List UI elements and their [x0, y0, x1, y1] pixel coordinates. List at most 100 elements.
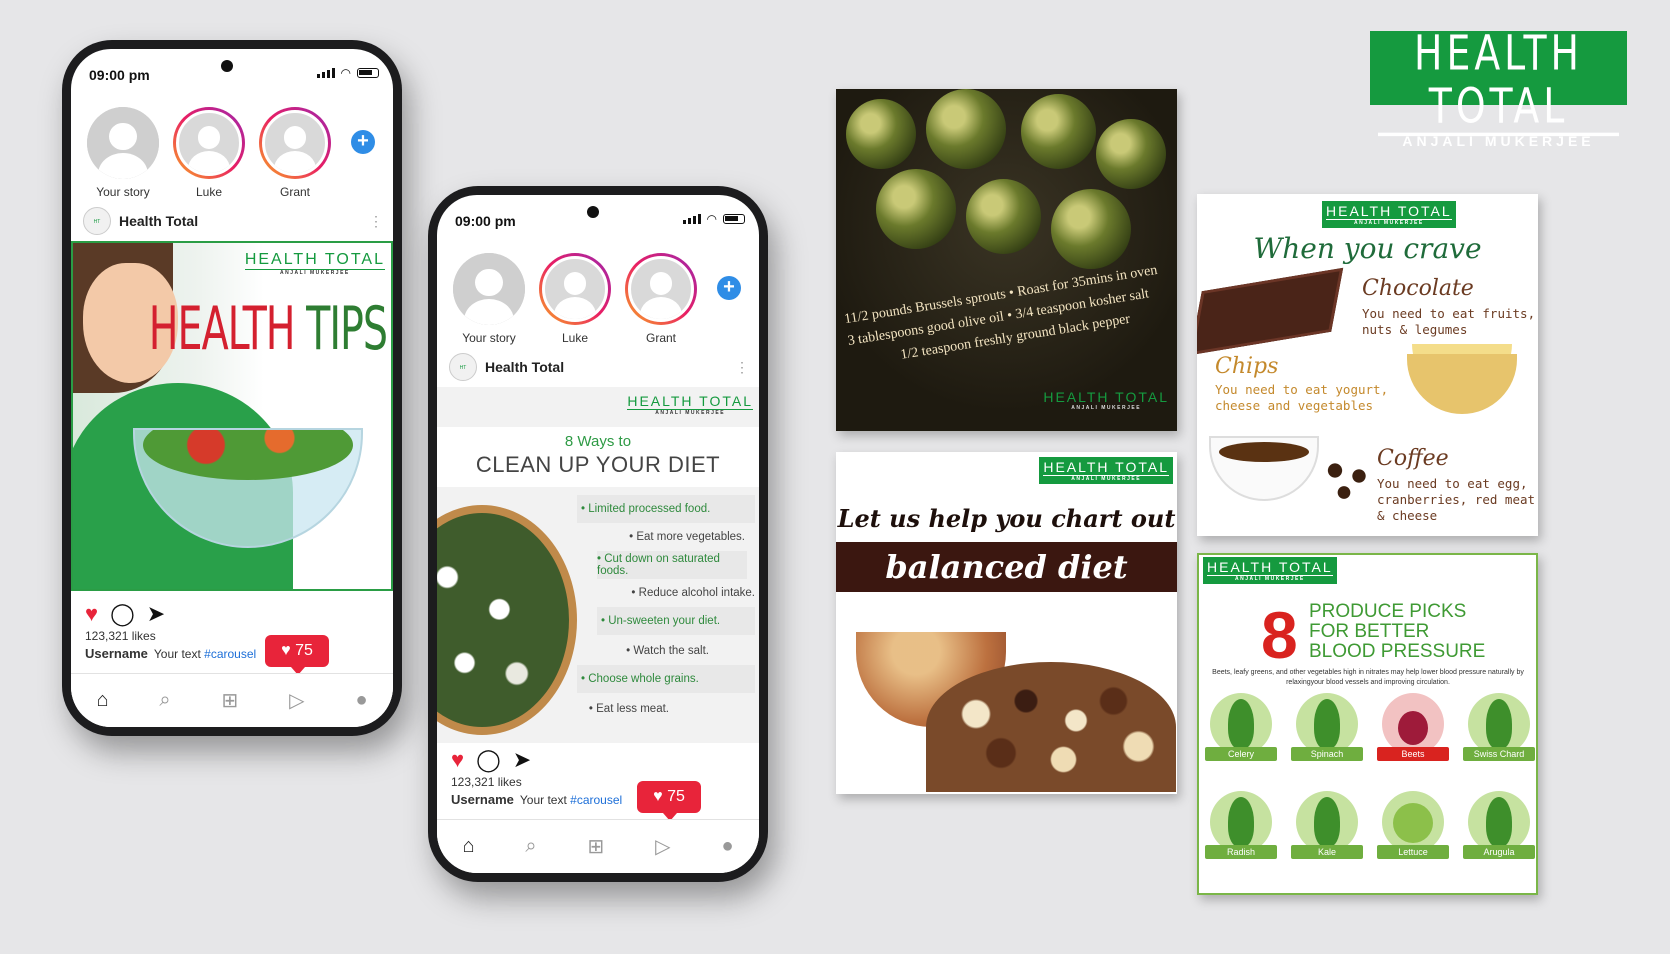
post-logo: HEALTH TOTAL ANJALI MUKERJEE: [627, 393, 753, 416]
veg-radish: Radish: [1205, 791, 1277, 859]
caption-username[interactable]: Username: [451, 792, 514, 807]
search-icon[interactable]: ⌕: [159, 689, 170, 712]
post-card-produce-picks[interactable]: HEALTH TOTAL ANJALI MUKERJEE 8 PRODUCE P…: [1197, 553, 1538, 895]
profile-icon[interactable]: ●: [721, 835, 733, 858]
account-name[interactable]: Health Total: [485, 359, 564, 375]
avatar: [542, 256, 608, 322]
like-heart-icon[interactable]: ♥: [85, 601, 98, 627]
bottom-nav: ⌂ ⌕ ⊞ ▷ ●: [71, 673, 393, 727]
status-bar: 09:00 pm ◠: [71, 49, 393, 93]
card-logo: HEALTH TOTAL ANJALI MUKERJEE: [1322, 201, 1456, 228]
tip-item: • Reduce alcohol intake.: [631, 587, 755, 599]
post-card-brussels-sprouts[interactable]: 11/2 pounds Brussels sprouts • Roast for…: [836, 89, 1177, 431]
post-header: HT Health Total ⋮: [449, 352, 749, 382]
crave-heading-chips: Chips: [1215, 354, 1279, 379]
tip-item: • Cut down on saturated foods.: [597, 551, 747, 579]
logo-sub: ANJALI MUKERJEE: [1353, 220, 1424, 226]
sprout-image: [1051, 189, 1131, 269]
story-label: Grant: [279, 185, 310, 199]
logo-main: HEALTH TOTAL: [1326, 203, 1452, 220]
wifi-icon: ◠: [706, 212, 717, 226]
story-your-story[interactable]: Your story: [449, 253, 529, 345]
logo-main: HEALTH TOTAL: [1043, 389, 1169, 405]
add-post-icon[interactable]: ⊞: [588, 834, 605, 859]
comment-icon[interactable]: ◯: [476, 747, 501, 773]
phone-screen: 09:00 pm ◠ Your story Luke Grant + HT He…: [437, 195, 759, 873]
account-avatar[interactable]: HT: [449, 353, 477, 381]
story-luke[interactable]: Luke: [169, 107, 249, 199]
story-grant[interactable]: Grant: [255, 107, 335, 199]
post-title: CLEAN UP YOUR DIET: [475, 452, 721, 477]
post-actions: ♥ ◯ ➤: [451, 747, 531, 773]
reels-icon[interactable]: ▷: [289, 688, 304, 713]
likes-count: 123,321 likes: [451, 775, 522, 789]
story-luke[interactable]: Luke: [535, 253, 615, 345]
add-post-icon[interactable]: ⊞: [222, 688, 239, 713]
title-green: TIPS: [294, 295, 388, 364]
caption-hashtag[interactable]: #carousel: [204, 647, 256, 661]
post-image-clean-diet[interactable]: HEALTH TOTAL ANJALI MUKERJEE 8 Ways to C…: [437, 387, 759, 743]
chocolate-image: [1197, 267, 1344, 356]
share-icon[interactable]: ➤: [147, 601, 165, 627]
produce-heading-line: BLOOD PRESSURE: [1309, 641, 1486, 662]
veg-spinach: Spinach: [1291, 693, 1363, 761]
logo-main: HEALTH TOTAL: [1043, 459, 1169, 476]
profile-icon[interactable]: ●: [355, 689, 367, 712]
like-notification-badge: ♥ 75: [637, 781, 701, 821]
reels-icon[interactable]: ▷: [655, 834, 670, 859]
post-subtitle: 8 Ways to: [564, 433, 632, 450]
add-story-button[interactable]: +: [717, 276, 741, 300]
pizza-image: [437, 505, 577, 735]
share-icon[interactable]: ➤: [513, 747, 531, 773]
wifi-icon: ◠: [340, 66, 351, 80]
crave-heading-coffee: Coffee: [1377, 446, 1449, 471]
story-your-story[interactable]: Your story: [83, 107, 163, 199]
avatar: [176, 110, 242, 176]
veg-label: Arugula: [1463, 845, 1535, 859]
battery-icon: [723, 214, 745, 224]
logo-main: HEALTH TOTAL: [244, 251, 385, 270]
logo-main: HEALTH TOTAL: [1207, 559, 1333, 576]
recipe-text: 11/2 pounds Brussels sprouts • Roast for…: [843, 259, 1169, 374]
account-avatar[interactable]: HT: [83, 207, 111, 235]
more-options-icon[interactable]: ⋮: [369, 213, 383, 230]
account-name[interactable]: Health Total: [119, 213, 198, 229]
phone-screen: 09:00 pm ◠ Your story Luke Grant + HT He…: [71, 49, 393, 727]
tip-item: • Watch the salt.: [626, 645, 709, 657]
story-grant[interactable]: Grant: [621, 253, 701, 345]
crave-title: When you crave: [1253, 232, 1482, 265]
add-story-button[interactable]: +: [351, 130, 375, 154]
status-icons: ◠: [682, 212, 745, 226]
post-card-when-you-crave[interactable]: HEALTH TOTAL ANJALI MUKERJEE When you cr…: [1197, 194, 1538, 536]
coffee-beans-image: [1317, 454, 1377, 509]
crave-heading-chocolate: Chocolate: [1362, 276, 1474, 301]
tip-item: • Eat less meat.: [588, 703, 669, 715]
post-image-health-tips[interactable]: HEALTH TOTAL ANJALI MUKERJEE HEALTH TIPS: [71, 241, 393, 591]
post-caption: Username Your text #carousel: [451, 792, 622, 807]
battery-icon: [357, 68, 379, 78]
produce-number: 8: [1261, 598, 1298, 672]
logo-sub: ANJALI MUKERJEE: [1071, 405, 1142, 411]
post-card-balanced-diet[interactable]: HEALTH TOTAL ANJALI MUKERJEE Let us help…: [836, 452, 1177, 794]
story-label: Luke: [561, 331, 589, 345]
status-icons: ◠: [316, 66, 379, 80]
comment-icon[interactable]: ◯: [110, 601, 135, 627]
tip-item: • Limited processed food.: [577, 495, 755, 523]
more-options-icon[interactable]: ⋮: [735, 359, 749, 376]
logo-sub: ANJALI MUKERJEE: [1234, 576, 1305, 582]
veg-kale: Kale: [1291, 791, 1363, 859]
avatar: [87, 107, 159, 179]
like-heart-icon[interactable]: ♥: [451, 747, 464, 773]
caption-hashtag[interactable]: #carousel: [570, 793, 622, 807]
veg-label: Lettuce: [1377, 845, 1449, 859]
post-caption: Username Your text #carousel: [85, 646, 256, 661]
caption-username[interactable]: Username: [85, 646, 148, 661]
home-icon[interactable]: ⌂: [462, 835, 474, 858]
status-bar: 09:00 pm ◠: [437, 195, 759, 239]
veg-label: Kale: [1291, 845, 1363, 859]
home-icon[interactable]: ⌂: [96, 689, 108, 712]
veg-label: Beets: [1377, 747, 1449, 761]
crave-text-coffee: You need to eat egg, cranberries, red me…: [1377, 476, 1536, 523]
search-icon[interactable]: ⌕: [525, 835, 536, 858]
veg-lettuce: Lettuce: [1377, 791, 1449, 859]
